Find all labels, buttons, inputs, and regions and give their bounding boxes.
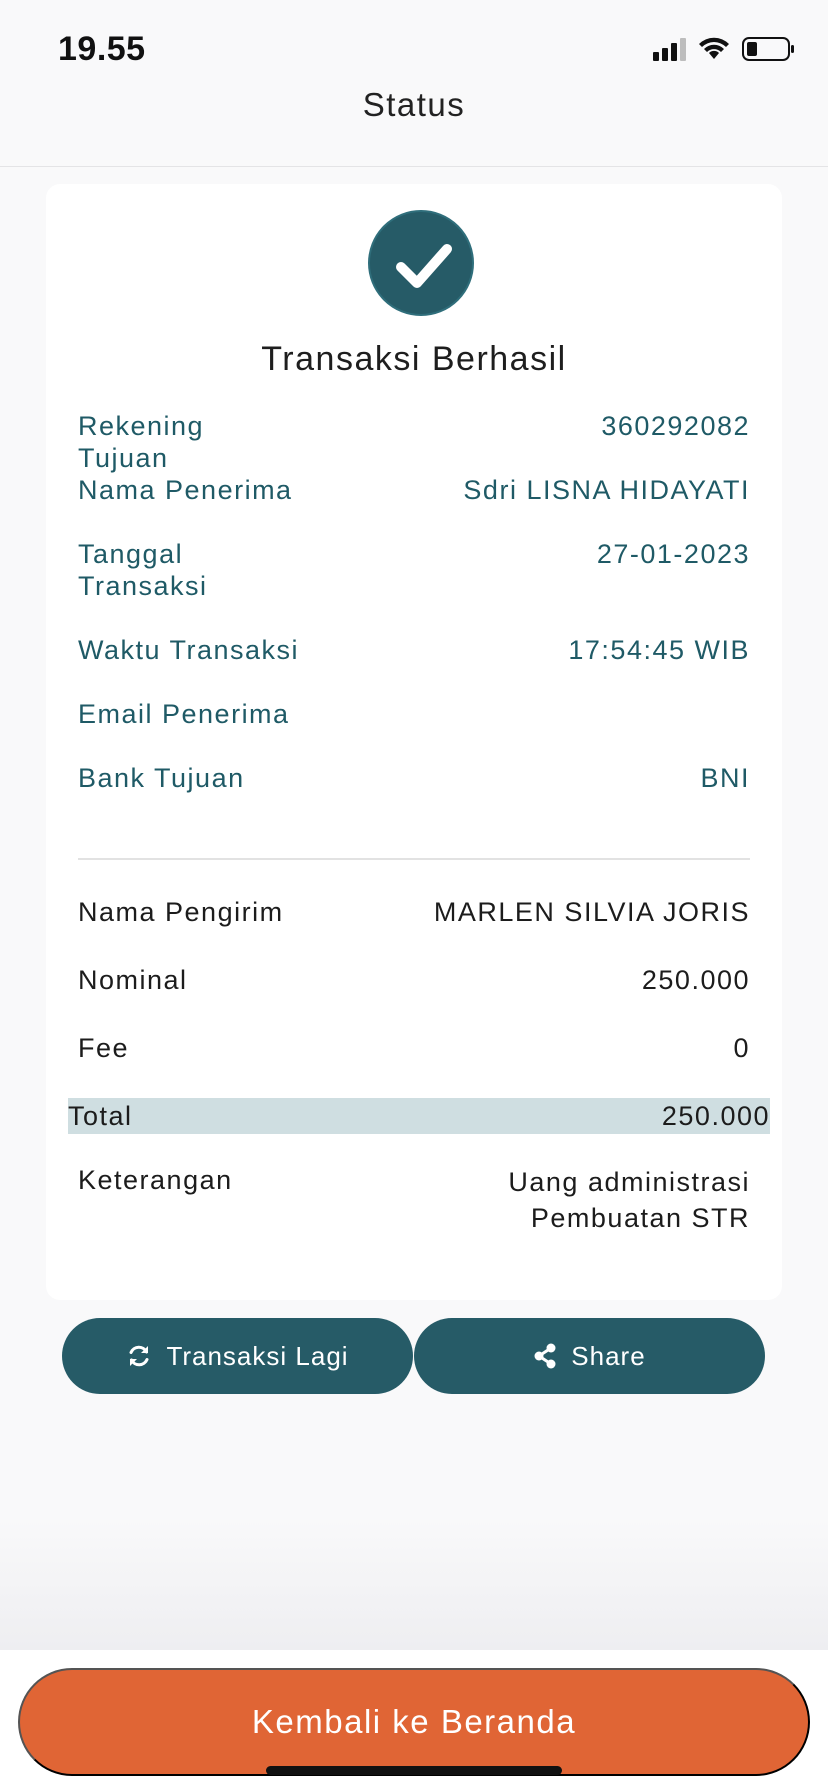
detail-label: Nominal (78, 965, 188, 995)
detail-row-nominal: Nominal 250.000 (78, 964, 750, 996)
transaction-status-screen: 19.55 Status Transaksi Berhasil Rekening… (0, 0, 828, 1792)
detail-value: 250.000 (641, 965, 750, 995)
detail-value: Sdri LISNA HIDAYATI (463, 475, 750, 505)
detail-row-email: Email Penerima (78, 698, 750, 730)
share-button[interactable]: Share (414, 1318, 765, 1394)
detail-label: Rekening Tujuan (78, 411, 205, 473)
home-indicator (266, 1766, 562, 1775)
bottom-fade (0, 1520, 828, 1650)
detail-row-bank: Bank Tujuan BNI (78, 762, 750, 794)
total-row: Total 250.000 (68, 1098, 770, 1134)
note-value: Uang administrasi Pembuatan STR (508, 1167, 750, 1233)
success-title: Transaksi Berhasil (261, 340, 567, 378)
detail-label: Waktu Transaksi (78, 635, 300, 665)
detail-row-account: Rekening Tujuan 360292082 (78, 410, 750, 474)
transaction-again-label: Transaksi Lagi (166, 1340, 349, 1371)
detail-row-time: Waktu Transaksi 17:54:45 WIB (78, 634, 750, 666)
total-label: Total (68, 1101, 133, 1131)
refresh-icon (126, 1343, 152, 1369)
share-label: Share (571, 1340, 646, 1371)
signal-icon (653, 37, 686, 61)
detail-row-fee: Fee 0 (78, 1032, 750, 1064)
detail-label: Nama Pengirim (78, 897, 284, 927)
page-title: Status (362, 86, 466, 123)
detail-label: Email Penerima (78, 699, 290, 729)
detail-label: Tanggal Transaksi (78, 539, 208, 601)
transaction-again-button[interactable]: Transaksi Lagi (62, 1318, 413, 1394)
detail-label: Nama Penerima (78, 475, 293, 505)
battery-icon (742, 37, 794, 61)
detail-row-date: Tanggal Transaksi 27-01-2023 (78, 538, 750, 602)
detail-row-recipient-name: Nama Penerima Sdri LISNA HIDAYATI (78, 474, 750, 506)
share-icon (533, 1343, 557, 1369)
check-icon (368, 210, 474, 316)
detail-value: MARLEN SILVIA JORIS (433, 897, 750, 927)
wifi-icon (699, 37, 729, 59)
detail-value: 0 (733, 1033, 750, 1063)
detail-value: 27-01-2023 (596, 539, 750, 569)
header-divider (0, 166, 828, 167)
detail-value: 17:54:45 WIB (568, 635, 750, 665)
detail-row-note: Keterangan Uang administrasi Pembuatan S… (78, 1164, 750, 1236)
detail-label: Bank Tujuan (78, 763, 245, 793)
total-value: 250.000 (661, 1101, 770, 1131)
detail-row-sender: Nama Pengirim MARLEN SILVIA JORIS (78, 896, 750, 928)
status-icons (653, 36, 796, 62)
note-label: Keterangan (78, 1165, 233, 1195)
detail-value: 360292082 (601, 411, 750, 441)
receipt-card: Transaksi Berhasil Rekening Tujuan 36029… (46, 184, 782, 1300)
section-divider (78, 858, 750, 860)
status-bar: 19.55 (0, 0, 828, 90)
status-time: 19.55 (58, 30, 146, 68)
detail-label: Fee (78, 1033, 130, 1063)
back-to-home-button[interactable]: Kembali ke Beranda (18, 1668, 810, 1776)
detail-value: BNI (700, 763, 750, 793)
